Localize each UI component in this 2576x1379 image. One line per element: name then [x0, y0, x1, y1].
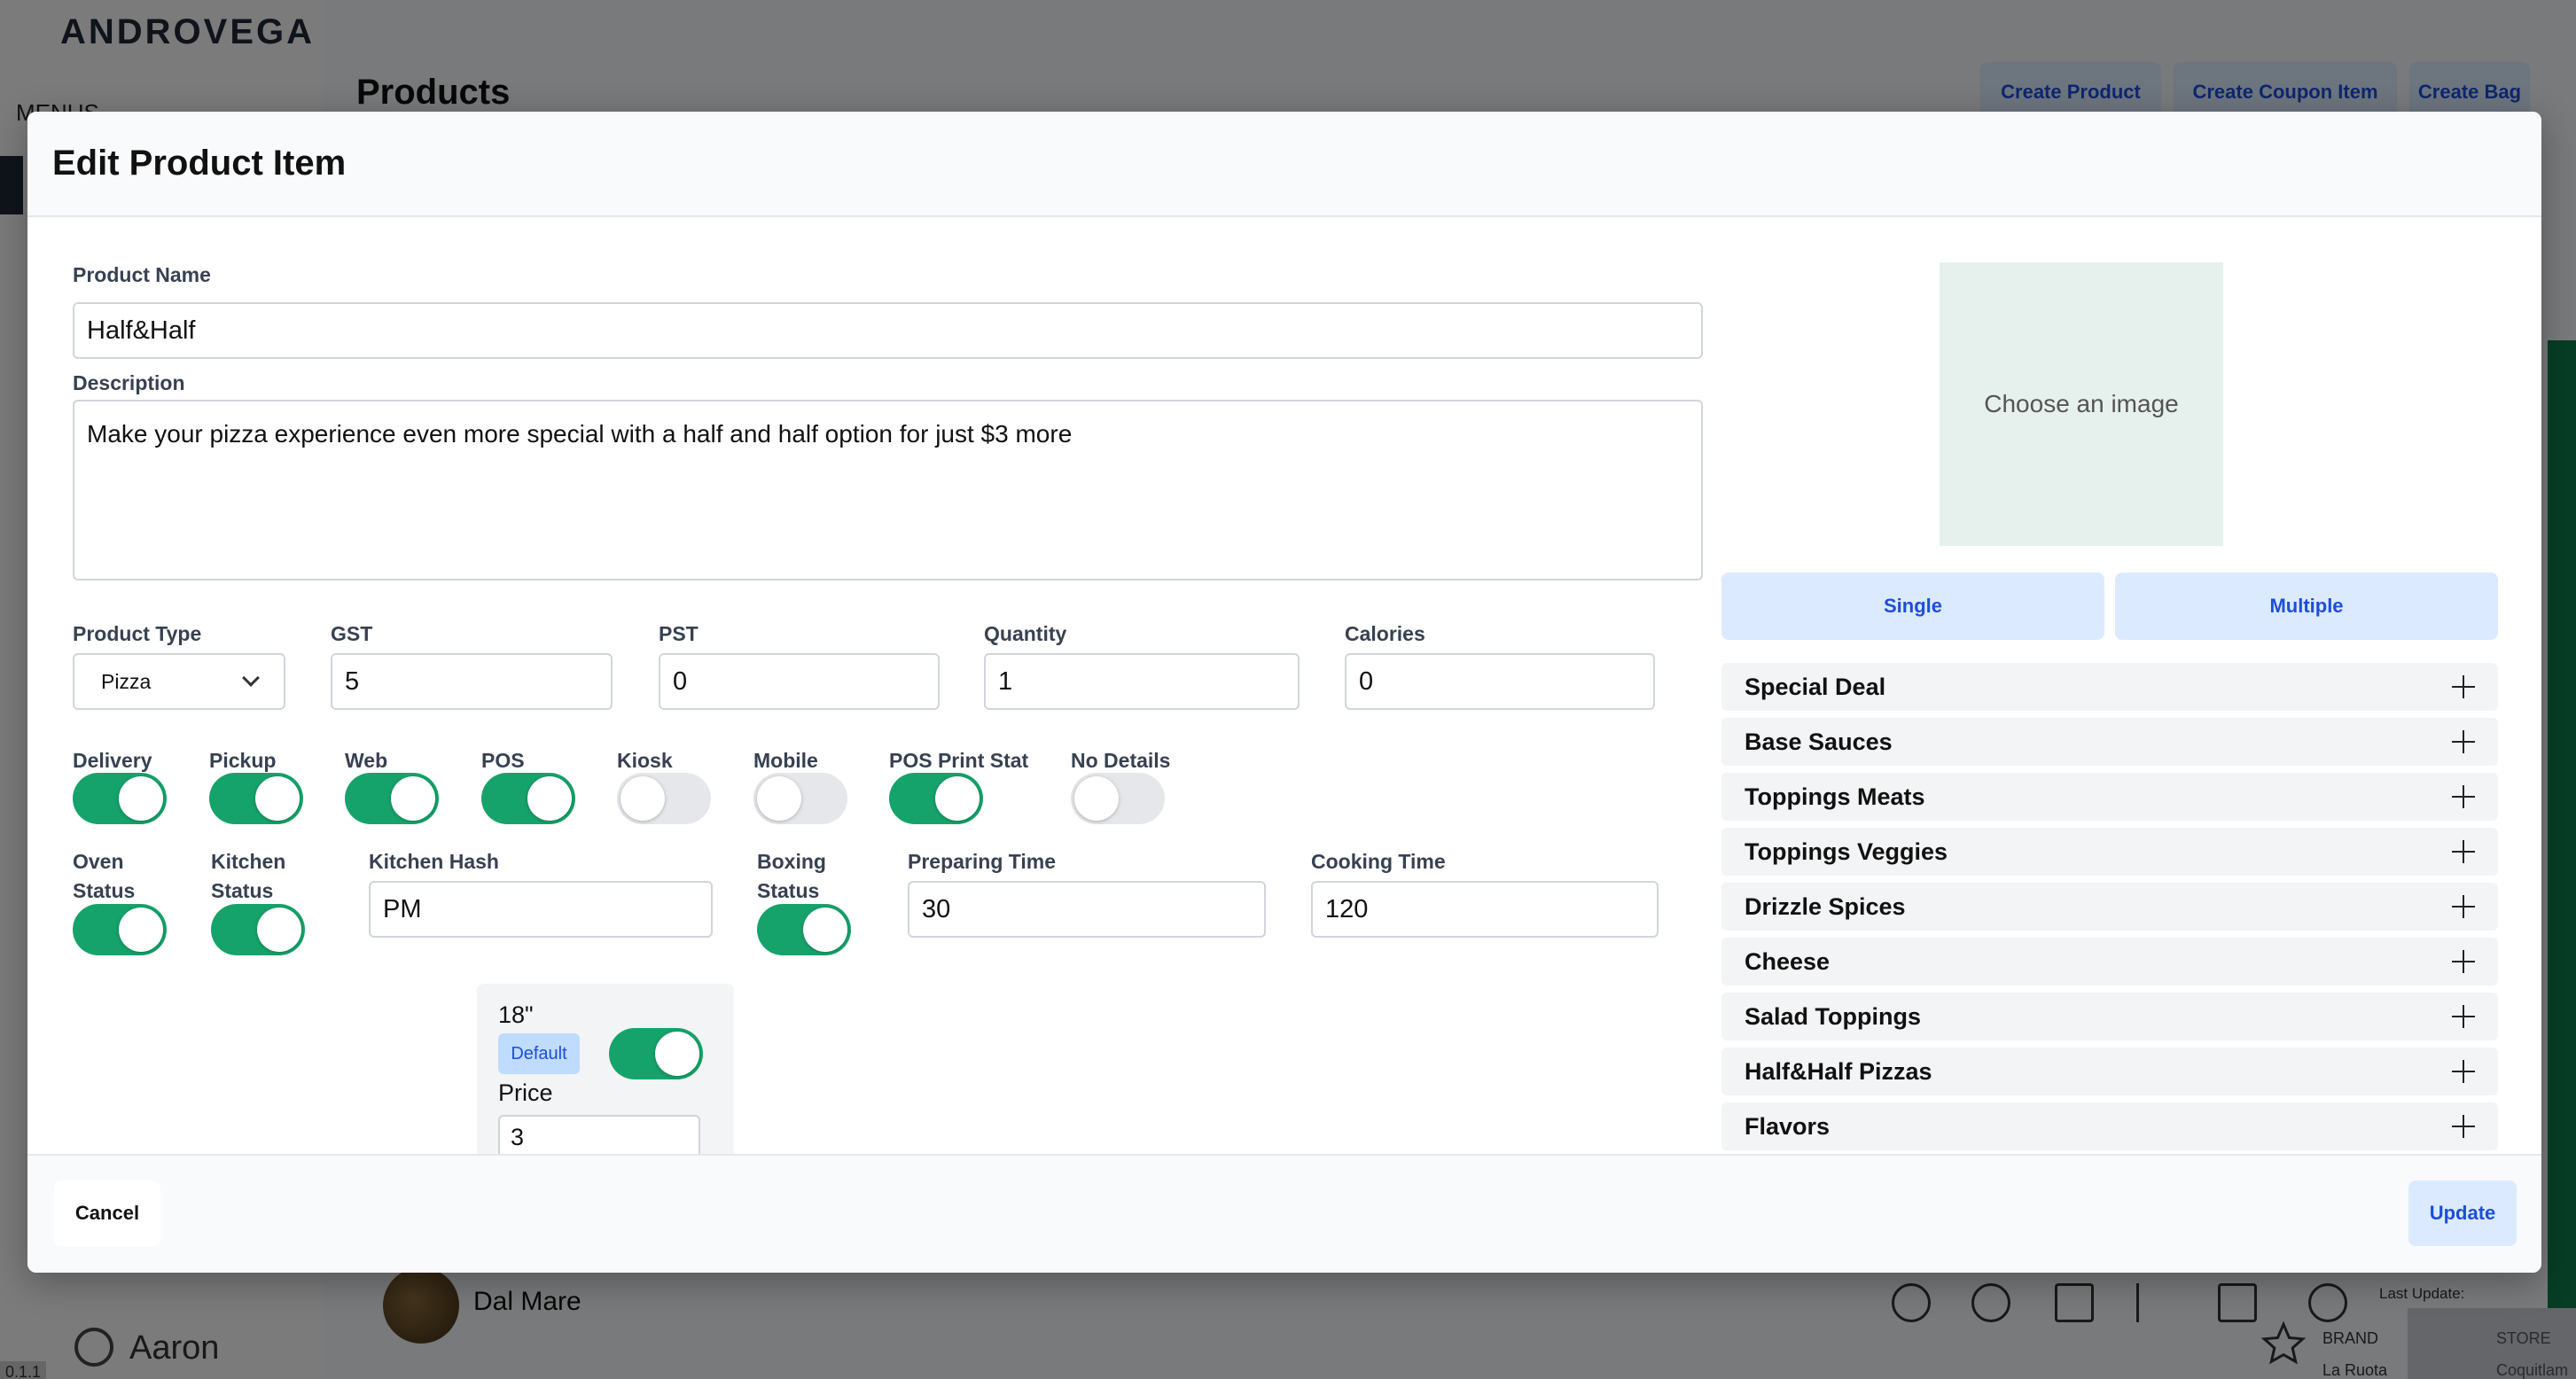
quantity-label: Quantity	[984, 622, 1067, 645]
web-label: Web	[345, 749, 388, 772]
plus-icon	[2452, 730, 2475, 753]
modifier-group-flavors[interactable]: Flavors	[1721, 1102, 2498, 1150]
modal-header: Edit Product Item	[27, 112, 2541, 217]
plus-icon	[2452, 785, 2475, 808]
modal-title: Edit Product Item	[52, 144, 347, 183]
modifier-group-title: Special Deal	[1745, 673, 1886, 700]
single-image-button[interactable]: Single	[1721, 573, 2104, 640]
variant-price-label: Price	[498, 1079, 553, 1106]
plus-icon	[2452, 950, 2475, 973]
modal-footer: Cancel Update	[27, 1154, 2541, 1273]
modifier-group-title: Salad Toppings	[1745, 1002, 1922, 1030]
edit-product-modal: Edit Product Item Product Name Half&Half…	[27, 112, 2541, 1273]
pos-print-stat-toggle[interactable]	[889, 773, 983, 824]
product-type-label: Product Type	[73, 622, 202, 645]
modifier-group-title: Base Sauces	[1745, 728, 1893, 755]
product-type-value: Pizza	[101, 669, 152, 693]
pos-toggle[interactable]	[481, 773, 575, 824]
oven-status-toggle[interactable]	[73, 904, 167, 955]
kiosk-toggle[interactable]	[617, 773, 711, 824]
calories-input[interactable]: 0	[1345, 653, 1655, 710]
modifier-group-base-sauces[interactable]: Base Sauces	[1721, 718, 2498, 766]
product-type-select[interactable]: Pizza	[73, 653, 285, 710]
default-badge[interactable]: Default	[498, 1033, 580, 1074]
modifier-group-title: Flavors	[1745, 1112, 1831, 1140]
preparing-time-label: Preparing Time	[908, 850, 1057, 873]
plus-icon	[2452, 1115, 2475, 1138]
modifier-group-special-deal[interactable]: Special Deal	[1721, 663, 2498, 711]
oven-status-label: Oven Status	[73, 850, 136, 902]
multiple-image-button[interactable]: Multiple	[2115, 573, 2498, 640]
no-details-label: No Details	[1071, 749, 1171, 772]
modifier-group-drizzle-spices[interactable]: Drizzle Spices	[1721, 883, 2498, 931]
modifier-group-half-half-pizzas[interactable]: Half&Half Pizzas	[1721, 1048, 2498, 1095]
modifier-group-title: Cheese	[1745, 947, 1831, 975]
plus-icon	[2452, 895, 2475, 918]
modifier-group-toppings-meats[interactable]: Toppings Meats	[1721, 773, 2498, 821]
delivery-toggle[interactable]	[73, 773, 167, 824]
pst-label: PST	[659, 622, 699, 645]
variant-enabled-toggle[interactable]	[609, 1028, 703, 1079]
cooking-time-label: Cooking Time	[1311, 850, 1446, 873]
gst-input[interactable]: 5	[331, 653, 613, 710]
delivery-label: Delivery	[73, 749, 152, 772]
modifier-group-title: Toppings Veggies	[1745, 838, 1948, 865]
plus-icon	[2452, 1060, 2475, 1083]
pos-label: POS	[481, 749, 525, 772]
plus-icon	[2452, 1005, 2475, 1028]
product-name-label: Product Name	[73, 263, 211, 286]
chevron-down-icon	[242, 669, 260, 687]
kitchen-status-label: Kitchen Status	[211, 850, 286, 902]
quantity-input[interactable]: 1	[984, 653, 1300, 710]
size-variant-card: 18" Default Price 3	[477, 984, 734, 1168]
modifier-group-title: Drizzle Spices	[1745, 892, 1906, 920]
gst-label: GST	[331, 622, 373, 645]
image-upload[interactable]: Choose an image	[1940, 262, 2223, 546]
boxing-status-label: Boxing Status	[757, 850, 826, 902]
modifier-group-toppings-veggies[interactable]: Toppings Veggies	[1721, 828, 2498, 876]
modifier-group-cheese[interactable]: Cheese	[1721, 938, 2498, 986]
kitchen-hash-label: Kitchen Hash	[369, 850, 499, 873]
modifier-group-title: Half&Half Pizzas	[1745, 1057, 1932, 1085]
web-toggle[interactable]	[345, 773, 439, 824]
no-details-toggle[interactable]	[1071, 773, 1165, 824]
product-name-input[interactable]: Half&Half	[73, 302, 1703, 359]
variant-size: 18"	[498, 1001, 534, 1028]
description-textarea[interactable]: Make your pizza experience even more spe…	[73, 400, 1703, 580]
pos-print-stat-label: POS Print Stat	[889, 749, 1029, 772]
pst-input[interactable]: 0	[659, 653, 940, 710]
plus-icon	[2452, 675, 2475, 698]
plus-icon	[2452, 840, 2475, 863]
cooking-time-input[interactable]: 120	[1311, 881, 1659, 938]
kitchen-status-toggle[interactable]	[211, 904, 305, 955]
preparing-time-input[interactable]: 30	[908, 881, 1266, 938]
pickup-label: Pickup	[209, 749, 277, 772]
cancel-button[interactable]: Cancel	[54, 1180, 160, 1246]
mobile-toggle[interactable]	[753, 773, 847, 824]
calories-label: Calories	[1345, 622, 1425, 645]
mobile-label: Mobile	[753, 749, 818, 772]
modifier-group-title: Toppings Meats	[1745, 783, 1925, 810]
update-button[interactable]: Update	[2408, 1180, 2517, 1246]
pickup-toggle[interactable]	[209, 773, 303, 824]
kiosk-label: Kiosk	[617, 749, 673, 772]
description-label: Description	[73, 371, 185, 394]
boxing-status-toggle[interactable]	[757, 904, 851, 955]
modifier-group-salad-toppings[interactable]: Salad Toppings	[1721, 993, 2498, 1040]
kitchen-hash-input[interactable]: PM	[369, 881, 713, 938]
